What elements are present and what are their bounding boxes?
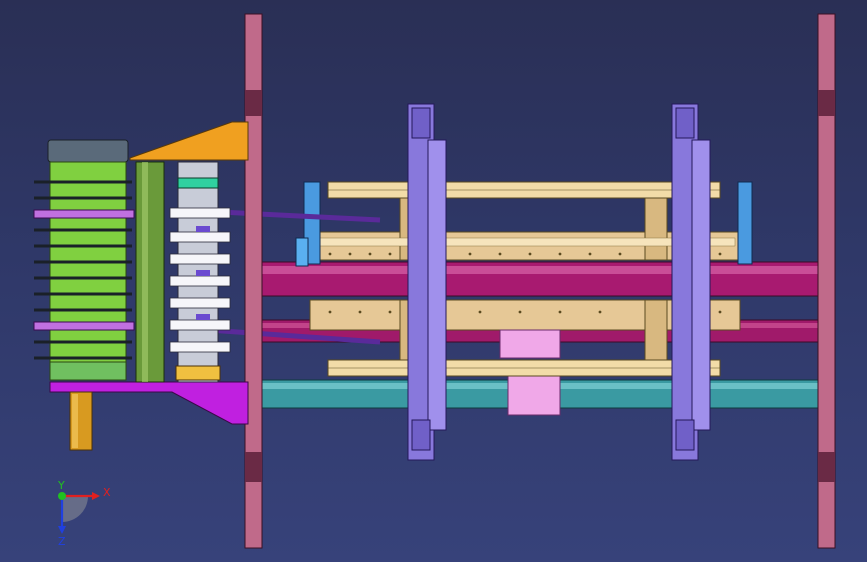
left-frame-plate	[244, 13, 263, 549]
cam-follower-stack	[169, 161, 231, 383]
x-axis-label: X	[103, 486, 111, 499]
z-axis-label: Z	[58, 535, 66, 548]
shaft-coupling	[507, 374, 561, 416]
right-bracket	[671, 103, 711, 461]
lower-shaft	[249, 374, 823, 416]
output-shaft-stub	[69, 391, 93, 451]
cad-viewport[interactable]: X Y Z	[0, 0, 867, 562]
triad-plane-icon	[62, 496, 88, 522]
y-axis-label: Y	[57, 479, 65, 492]
right-frame-plate	[817, 13, 836, 549]
main-shaft	[249, 261, 823, 297]
z-axis-head-icon	[58, 526, 66, 534]
coordinate-triad[interactable]: X Y Z	[57, 479, 111, 548]
mount-plate-top	[129, 121, 249, 161]
disc-drum	[33, 139, 135, 381]
upper-rail	[327, 181, 721, 199]
lower-rail	[327, 359, 721, 377]
y-axis-dot-icon	[58, 492, 66, 500]
left-bracket	[407, 103, 447, 461]
vertical-post	[135, 161, 165, 383]
x-axis-head-icon	[92, 492, 100, 500]
